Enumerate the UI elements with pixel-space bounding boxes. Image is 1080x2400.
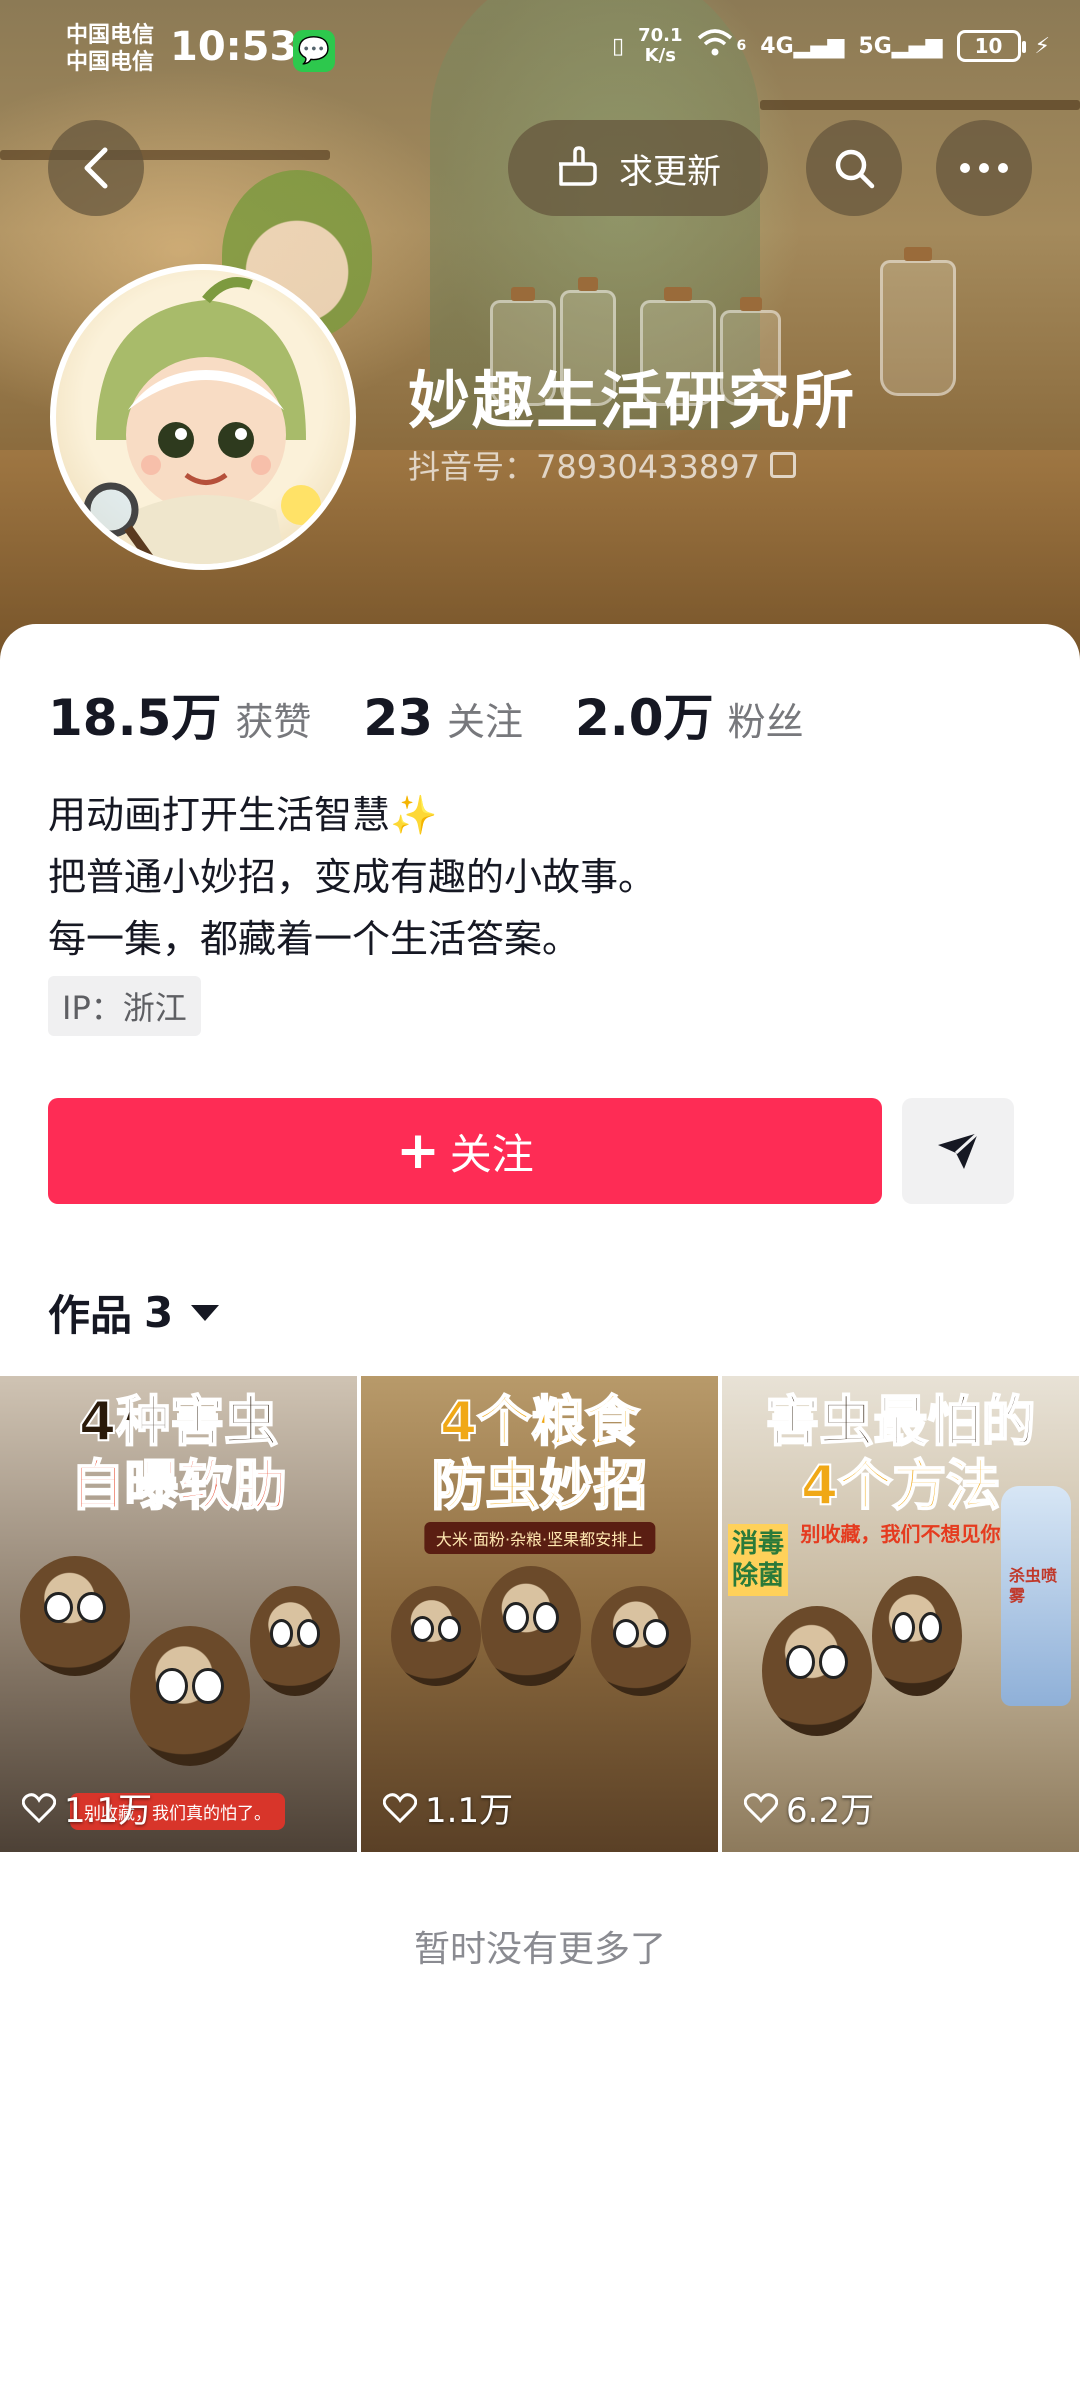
bug-illustration [591, 1586, 691, 1696]
banner-jar [880, 247, 956, 396]
profile-name: 妙趣生活研究所 [408, 364, 857, 437]
bio-line: 把普通小妙招，变成有趣的小故事。 [48, 855, 657, 899]
stat-label: 粉丝 [727, 700, 804, 744]
like-count-value: 1.1万 [64, 1791, 153, 1831]
spray-bottle-illustration: 杀虫喷雾 [1001, 1486, 1071, 1706]
cell-2-label: 5G [858, 33, 892, 59]
follow-label: 关注 [449, 1129, 534, 1179]
cover-title-line2: 防虫妙招 [431, 1453, 649, 1518]
ip-location-tag: IP：浙江 [48, 976, 201, 1036]
stat-followers[interactable]: 2.0万 粉丝 [575, 678, 804, 750]
bug-illustration [872, 1576, 962, 1696]
cover-title-line2: 自曝软肋 [70, 1453, 288, 1518]
bio-line: 用动画打开生活智慧✨ [48, 793, 438, 837]
cover-side-label: 消毒除菌 [728, 1524, 788, 1596]
profile-bio: 用动画打开生活智慧✨ 把普通小妙招，变成有趣的小故事。 每一集，都藏着一个生活答… [48, 784, 656, 970]
profile-id-label: 抖音号：78930433897 [408, 448, 760, 486]
chevron-left-icon [84, 147, 108, 189]
request-update-button[interactable]: 求更新 [508, 120, 768, 216]
works-tab[interactable]: 作品 3 [48, 1282, 220, 1343]
stat-following[interactable]: 23 关注 [363, 689, 523, 747]
plus-icon: + [396, 1121, 440, 1181]
bug-illustration [391, 1586, 481, 1686]
send-icon [938, 1131, 980, 1169]
works-count: 3 [144, 1288, 174, 1337]
status-indicators: ▯ 70.1 K/s 6 4G▂▄▆ 5G▂▄▆ 10 ⚡ [612, 26, 1050, 66]
caret-down-icon [191, 1304, 220, 1321]
avatar[interactable] [50, 264, 356, 570]
cover-title: 4个粮食 防虫妙招 [361, 1389, 718, 1518]
battery-level: 10 [974, 34, 1003, 58]
carrier-1: 中国电信 [66, 23, 155, 48]
stat-value: 18.5万 [48, 689, 222, 747]
search-button[interactable] [806, 120, 902, 216]
carrier-2: 中国电信 [66, 50, 155, 75]
bio-line: 每一集，都藏着一个生活答案。 [48, 917, 581, 961]
wifi-badge: 6 [736, 38, 747, 54]
bug-illustration [130, 1626, 250, 1766]
stat-value: 23 [363, 689, 433, 747]
cover-title: 4种害虫 自曝软肋 [0, 1389, 357, 1518]
works-grid: 4种害虫 自曝软肋 别收藏，我们真的怕了。 1.1万 4个粮食 防虫妙招 大米·… [0, 1376, 1080, 1852]
more-dots-icon [960, 163, 1008, 173]
cell-signal-1: 4G▂▄▆ [760, 33, 845, 59]
mascot-avatar-image [83, 277, 321, 564]
like-count: 1.1万 [22, 1783, 152, 1832]
status-bar: 中国电信 中国电信 10:53 💬 ▯ 70.1 K/s 6 4G▂▄▆ 5G▂… [0, 0, 1080, 100]
bug-illustration [20, 1556, 130, 1676]
bottle-label: 杀虫喷雾 [1009, 1566, 1058, 1605]
wechat-notification-icon: 💬 [293, 30, 335, 72]
profile-card: 18.5万 获赞 23 关注 2.0万 粉丝 用动画打开生活智慧✨ 把普通小妙招… [0, 624, 1080, 2400]
back-button[interactable] [48, 120, 144, 216]
wifi-icon [697, 28, 733, 64]
bug-illustration [762, 1606, 872, 1736]
vibrate-icon: ▯ [611, 33, 625, 59]
no-more-text: 暂时没有更多了 [413, 1929, 666, 1970]
works-label: 作品 [48, 1291, 133, 1340]
cover-title-line1: 害虫最怕的 [765, 1389, 1037, 1454]
heart-icon [22, 1792, 56, 1823]
network-speed-unit: K/s [644, 45, 676, 66]
heart-icon [383, 1792, 417, 1823]
cover-title-line1: 4个粮食 [439, 1389, 641, 1454]
status-clock: 10:53 [170, 24, 298, 70]
carrier-labels: 中国电信 中国电信 [66, 22, 154, 76]
profile-id[interactable]: 抖音号：78930433897 [408, 442, 796, 488]
pointing-hand-icon [559, 146, 597, 186]
network-speed: 70.1 K/s [638, 26, 682, 66]
video-cover[interactable]: 4个粮食 防虫妙招 大米·面粉·杂粮·坚果都安排上 1.1万 [361, 1376, 718, 1852]
like-count: 6.2万 [744, 1783, 874, 1832]
cover-subtitle: 别收藏，我们不想见你 [800, 1522, 1001, 1546]
like-count-value: 6.2万 [786, 1791, 875, 1831]
cell-signal-2: 5G▂▄▆ [858, 33, 943, 59]
banner-shelf [760, 100, 1080, 110]
follow-button[interactable]: + 关注 [48, 1098, 882, 1204]
copy-icon[interactable] [769, 452, 796, 478]
share-button[interactable] [902, 1098, 1014, 1204]
profile-stats: 18.5万 获赞 23 关注 2.0万 粉丝 [48, 678, 856, 750]
battery-icon: 10 [956, 30, 1026, 62]
video-cover[interactable]: 4种害虫 自曝软肋 别收藏，我们真的怕了。 1.1万 [0, 1376, 357, 1852]
search-icon [835, 149, 875, 189]
stat-value: 2.0万 [575, 689, 714, 747]
stat-label: 关注 [446, 700, 523, 744]
cell-1-label: 4G [760, 33, 794, 59]
bug-illustration [250, 1586, 340, 1696]
cover-subtitle: 大米·面粉·杂粮·坚果都安排上 [423, 1522, 656, 1554]
more-button[interactable] [936, 120, 1032, 216]
charging-icon: ⚡ [1034, 33, 1050, 59]
video-cover[interactable]: 害虫最怕的 4个方法 别收藏，我们不想见你 消毒除菌 杀虫喷雾 6.2万 [722, 1376, 1079, 1852]
heart-icon [744, 1792, 778, 1823]
request-update-label: 求更新 [619, 151, 721, 192]
like-count: 1.1万 [383, 1783, 513, 1832]
like-count-value: 1.1万 [425, 1791, 514, 1831]
stat-likes[interactable]: 18.5万 获赞 [48, 678, 311, 750]
stat-label: 获赞 [235, 700, 312, 744]
bug-illustration [481, 1566, 581, 1686]
network-speed-value: 70.1 [638, 25, 683, 46]
cover-title-line1: 4种害虫 [78, 1389, 280, 1454]
